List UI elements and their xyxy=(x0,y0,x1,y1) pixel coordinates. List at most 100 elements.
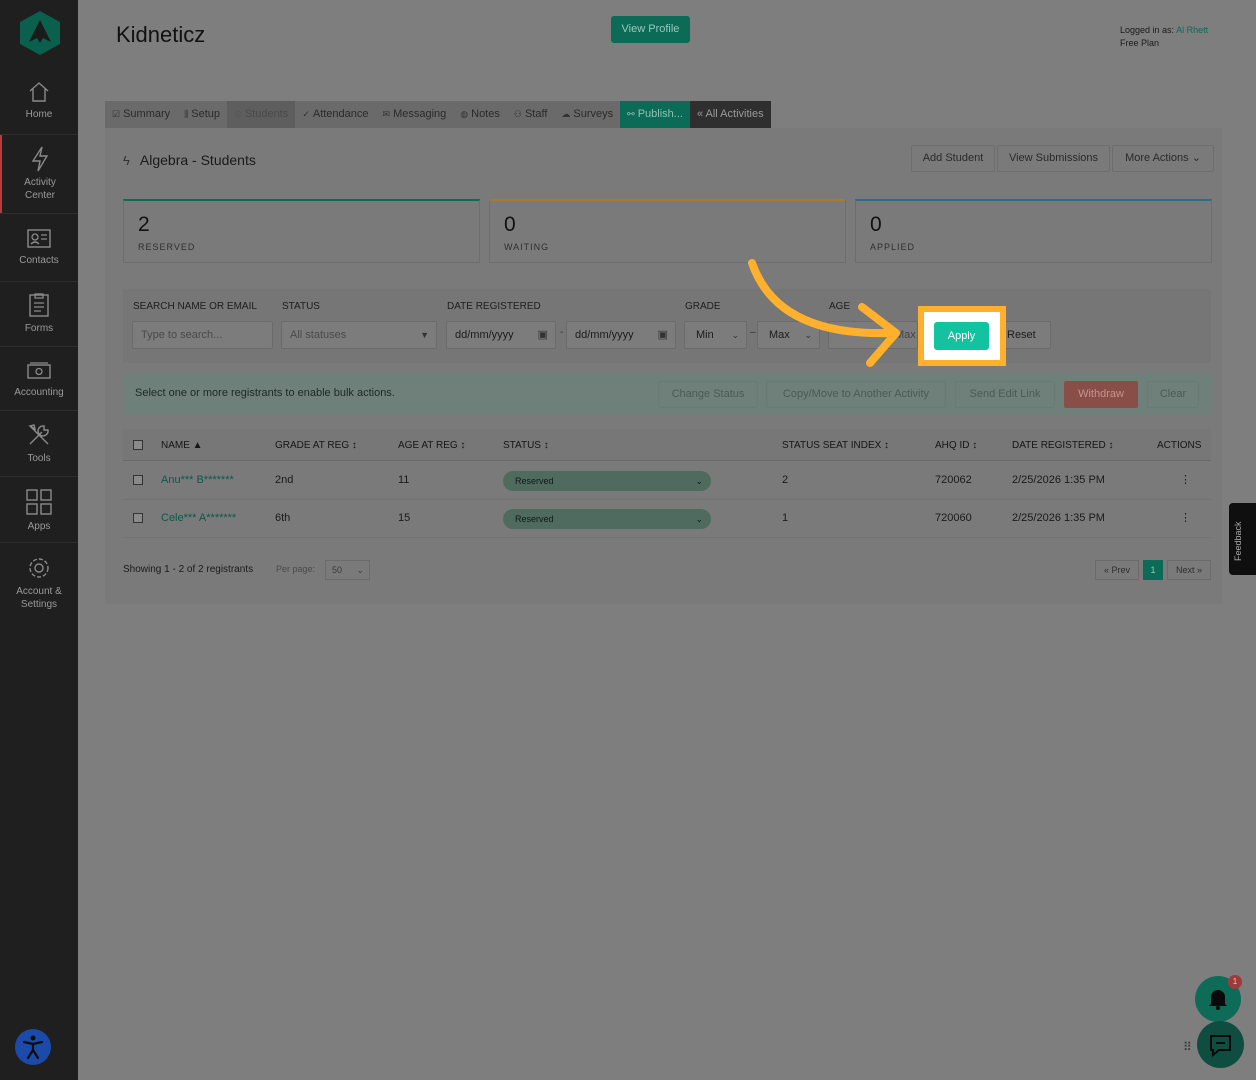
tab-surveys[interactable]: ☁ Surveys xyxy=(554,101,620,128)
tab-students[interactable]: ◎ Students xyxy=(227,101,296,128)
reset-button[interactable]: Reset xyxy=(999,321,1051,349)
apply-button[interactable]: Apply xyxy=(934,322,989,350)
sidebar-item-activity-center[interactable]: Activity Center xyxy=(0,135,78,213)
setup-icon: ⫼ xyxy=(184,109,189,119)
date-cell: 2/25/2026 1:35 PM xyxy=(1012,512,1105,524)
tab-all-activities[interactable]: « All Activities xyxy=(689,101,771,128)
stat-applied: 0 APPLIED xyxy=(855,199,1212,263)
divider xyxy=(0,281,78,282)
app-logo-icon[interactable] xyxy=(19,10,61,56)
lightning-icon: ϟ xyxy=(123,153,130,168)
sidebar-item-label: Home xyxy=(25,109,53,120)
col-actions: ACTIONS xyxy=(1157,440,1202,451)
next-page-button[interactable]: Next » xyxy=(1167,560,1211,580)
sidebar-item-tools[interactable]: Tools xyxy=(0,422,78,465)
chevron-down-icon: ⌄ xyxy=(1191,152,1201,164)
sidebar-item-account-settings[interactable]: Account & Settings xyxy=(0,555,78,611)
col-status[interactable]: STATUS ↕ xyxy=(503,440,549,451)
col-age[interactable]: AGE AT REG ↕ xyxy=(398,440,465,451)
seat-index-cell: 1 xyxy=(782,512,789,524)
calendar-icon[interactable]: ▣ xyxy=(538,322,548,348)
page-title: ϟ Algebra - Students xyxy=(123,152,256,168)
more-actions-button[interactable]: More Actions ⌄ xyxy=(1112,145,1214,172)
sidebar-item-apps[interactable]: Apps xyxy=(0,488,78,533)
stat-value: 0 xyxy=(870,213,882,236)
more-actions-label: More Actions xyxy=(1125,152,1189,164)
change-status-button[interactable]: Change Status xyxy=(658,381,758,408)
tab-messaging[interactable]: ✉ Messaging xyxy=(376,101,454,128)
chat-button[interactable] xyxy=(1197,1021,1244,1068)
ahq-id-cell: 720060 xyxy=(935,512,972,524)
grade-label: GRADE xyxy=(685,301,721,312)
withdraw-button[interactable]: Withdraw xyxy=(1064,381,1138,408)
notes-icon: ◍ xyxy=(460,109,469,119)
sidebar-item-forms[interactable]: Forms xyxy=(0,292,78,335)
date-separator: - xyxy=(560,327,564,338)
date-to-input[interactable]: dd/mm/yyyy ▣ xyxy=(566,321,676,349)
col-ahq-id[interactable]: AHQ ID ↕ xyxy=(935,440,977,451)
stat-reserved: 2 RESERVED xyxy=(123,199,480,263)
logged-in-user-link[interactable]: Al Rhett xyxy=(1176,25,1208,35)
col-seat-index[interactable]: STATUS SEAT INDEX ↕ xyxy=(782,440,889,451)
tab-publish[interactable]: ⚯ Publish... xyxy=(620,101,690,128)
status-select[interactable]: Reserved ⌄ xyxy=(503,471,711,491)
chevron-down-icon: ⌄ xyxy=(695,476,703,486)
row-checkbox[interactable] xyxy=(133,513,143,523)
feedback-tab[interactable]: Feedback xyxy=(1229,503,1256,575)
lightning-icon xyxy=(31,146,49,172)
select-all-checkbox[interactable] xyxy=(133,440,143,450)
sidebar-item-accounting[interactable]: Accounting xyxy=(0,360,78,399)
tab-label: Notes xyxy=(471,108,500,120)
date-from-input[interactable]: dd/mm/yyyy ▣ xyxy=(446,321,556,349)
per-page-select[interactable]: 50 ⌄ xyxy=(325,560,370,580)
table-row: Cele*** A******* 6th 15 Reserved ⌄ 1 7200… xyxy=(123,500,1211,538)
sidebar-item-contacts[interactable]: Contacts xyxy=(0,226,78,267)
bulk-hint: Select one or more registrants to enable… xyxy=(135,387,395,399)
drag-handle-icon[interactable]: ⠿ xyxy=(1183,1040,1193,1054)
sidebar-item-label: Forms xyxy=(24,323,54,334)
divider xyxy=(0,410,78,411)
col-date-registered[interactable]: DATE REGISTERED ↕ xyxy=(1012,440,1114,451)
view-submissions-button[interactable]: View Submissions xyxy=(997,145,1110,172)
view-profile-button[interactable]: View Profile xyxy=(611,16,690,43)
col-name[interactable]: NAME ▲ xyxy=(161,440,203,451)
logged-in-label: Logged in as: xyxy=(1120,25,1175,35)
stat-value: 2 xyxy=(138,213,150,236)
prev-page-button[interactable]: « Prev xyxy=(1095,560,1139,580)
tab-notes[interactable]: ◍ Notes xyxy=(453,101,507,128)
stat-label: APPLIED xyxy=(870,242,916,252)
grade-min-select[interactable]: Min ⌄ xyxy=(684,321,747,349)
kebab-menu-icon[interactable]: ⋮ xyxy=(1180,511,1191,524)
row-checkbox[interactable] xyxy=(133,475,143,485)
tab-label: Students xyxy=(244,108,289,120)
money-icon xyxy=(27,362,51,379)
status-value: Reserved xyxy=(515,514,554,524)
page-1-button[interactable]: 1 xyxy=(1143,560,1163,580)
add-student-button[interactable]: Add Student xyxy=(911,145,995,172)
sidebar-item-label: Tools xyxy=(27,453,51,464)
tab-staff[interactable]: ⚇ Staff xyxy=(507,101,555,128)
sidebar: Home Activity Center Contacts Forms Acco… xyxy=(0,0,78,1080)
search-input[interactable]: Type to search... xyxy=(132,321,273,349)
tab-summary[interactable]: ☑ Summary xyxy=(105,101,177,128)
tab-attendance[interactable]: ✓ Attendance xyxy=(295,101,375,128)
registrant-name-link[interactable]: Cele*** A******* xyxy=(161,512,236,524)
apps-grid-icon xyxy=(26,489,52,515)
col-grade[interactable]: GRADE AT REG ↕ xyxy=(275,440,357,451)
activity-tabs: ☑ Summary ⫼ Setup ◎ Students ✓ Attendance ✉ M… xyxy=(105,101,771,128)
calendar-icon[interactable]: ▣ xyxy=(658,322,668,348)
copy-move-button[interactable]: Copy/Move to Another Activity xyxy=(766,381,946,408)
chat-icon xyxy=(1210,1035,1231,1058)
accessibility-button[interactable] xyxy=(15,1029,51,1065)
tab-setup[interactable]: ⫼ Setup xyxy=(177,101,227,128)
check-icon: ✓ xyxy=(302,109,310,119)
status-select[interactable]: All statuses ▼ xyxy=(281,321,437,349)
send-edit-link-button[interactable]: Send Edit Link xyxy=(955,381,1055,408)
page-header: Kidneticz View Profile Logged in as: Al … xyxy=(78,0,1256,78)
sidebar-item-home[interactable]: Home xyxy=(0,80,78,121)
clear-button[interactable]: Clear xyxy=(1147,381,1199,408)
summary-icon: ☑ xyxy=(112,109,121,119)
status-select[interactable]: Reserved ⌄ xyxy=(503,509,711,529)
registrant-name-link[interactable]: Anu*** B******* xyxy=(161,474,234,486)
kebab-menu-icon[interactable]: ⋮ xyxy=(1180,473,1191,486)
